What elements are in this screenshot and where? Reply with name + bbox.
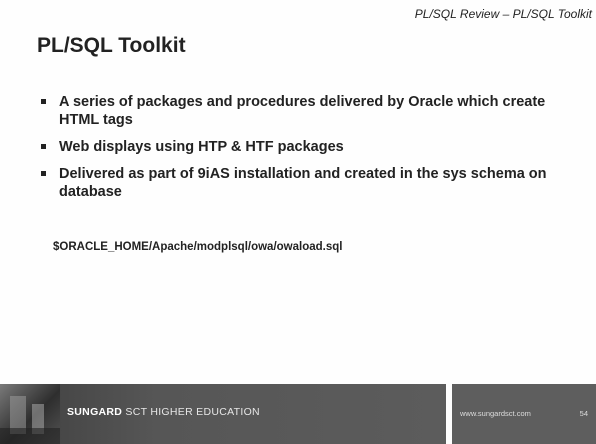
footer-brand: SUNGARD SCT HIGHER EDUCATION bbox=[67, 406, 260, 418]
slide-footer: SUNGARD SCT HIGHER EDUCATION www.sungard… bbox=[0, 384, 596, 444]
bullet-item: Web displays using HTP & HTF packages bbox=[41, 138, 581, 156]
bullet-text: A series of packages and procedures deli… bbox=[59, 94, 546, 128]
square-bullet-icon bbox=[41, 171, 46, 176]
slide-header-subtitle: PL/SQL Review – PL/SQL Toolkit bbox=[414, 7, 592, 21]
page-number: 54 bbox=[579, 409, 588, 418]
square-bullet-icon bbox=[41, 99, 46, 104]
brand-name: SUNGARD bbox=[67, 406, 123, 418]
brand-division: SCT HIGHER EDUCATION bbox=[125, 406, 260, 418]
square-bullet-icon bbox=[41, 144, 46, 149]
code-path: $ORACLE_HOME/Apache/modplsql/owa/owaload… bbox=[53, 241, 343, 253]
slide-title: PL/SQL Toolkit bbox=[37, 34, 186, 57]
bullet-item: A series of packages and procedures deli… bbox=[41, 93, 581, 129]
footer-banner: SUNGARD SCT HIGHER EDUCATION bbox=[0, 384, 446, 444]
footer-info-panel: www.sungardsct.com 54 bbox=[452, 384, 596, 444]
bullet-list: A series of packages and procedures deli… bbox=[41, 93, 581, 210]
bullet-text: Delivered as part of 9iAS installation a… bbox=[59, 166, 547, 200]
slide: PL/SQL Review – PL/SQL Toolkit PL/SQL To… bbox=[0, 0, 596, 444]
footer-url: www.sungardsct.com bbox=[460, 409, 531, 418]
bullet-item: Delivered as part of 9iAS installation a… bbox=[41, 165, 581, 201]
bullet-text: Web displays using HTP & HTF packages bbox=[59, 139, 344, 155]
footer-photo-image bbox=[0, 384, 60, 444]
